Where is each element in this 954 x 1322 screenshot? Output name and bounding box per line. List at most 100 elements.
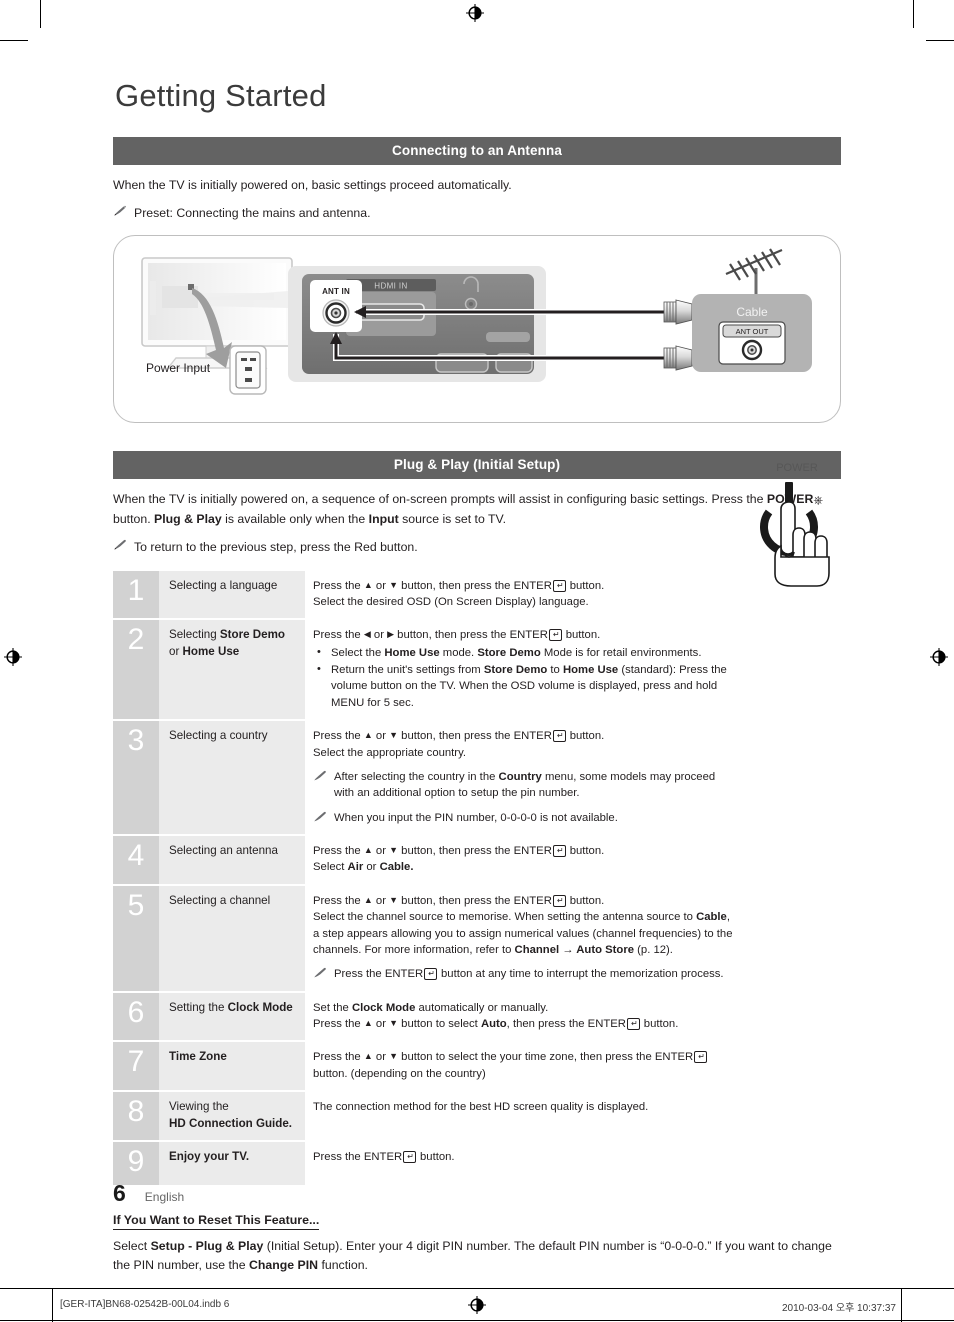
table-row: 8 Viewing the HD Connection Guide. The co… [113,1091,733,1142]
antenna-note-text: Preset: Connecting the mains and antenna… [134,206,371,221]
step-description: Press the ◀ or ▶ button, then press the … [305,620,733,719]
reset-feature-heading: If You Want to Reset This Feature... [113,1213,320,1231]
antenna-intro-text: When the TV is initially powered on, bas… [113,178,512,192]
section-header-plug-and-play: Plug & Play (Initial Setup) [113,451,841,480]
step-title: Selecting a channel [169,893,271,907]
step-number: 4 [127,839,145,873]
registration-mark-left [4,648,22,666]
step-title: Setting the Clock Mode [169,1000,293,1014]
table-row: 6 Setting the Clock Mode Set the Clock M… [113,991,733,1042]
pencil-note-icon [314,968,326,978]
antenna-note: Preset: Connecting the mains and antenna… [113,204,841,222]
registration-mark-bottom [468,1296,486,1314]
table-row: 3 Selecting a country Press the ▲ or ▼ b… [113,720,733,836]
print-production-footer: [GER-ITA]BN68-02542B-00L04.indb 6 2010-0… [0,1288,954,1322]
print-footer-timestamp: 2010-03-04 오후 10:37:37 [781,1303,896,1314]
registration-mark-right [930,648,948,666]
enter-key-icon: ↵ [626,1018,640,1031]
intro-text-2: button. [113,512,155,527]
crop-mark-top-left-h [0,40,28,41]
table-row: 5 Selecting a channel Press the ▲ or ▼ b… [113,884,733,992]
step-note: When you input the PIN number, 0-0-0-0 i… [313,810,733,826]
step-description: Press the ENTER ↵ button. [313,1151,455,1164]
enter-key-icon: ↵ [403,1151,416,1164]
registration-mark-top [466,4,484,22]
ant-in-port: ANT IN [310,280,362,333]
page-footer: 6 English [113,1182,184,1205]
plug-and-play-steps-table: 1 Selecting a language Press the ▲ or ▼ … [113,570,733,1188]
step-number: 9 [127,1145,145,1179]
print-footer-filename: [GER-ITA]BN68-02542B-00L04.indb 6 [60,1299,230,1310]
enter-key-icon: ↵ [552,730,566,743]
step-description: Press the ▲ or ▼ button, then press the … [305,721,733,834]
enter-key-icon: ↵ [694,1051,707,1064]
intro-text-3: is available only when the [221,512,369,527]
step-number: 7 [127,1045,145,1079]
svg-text:ANT IN: ANT IN [322,287,350,296]
step-description: Press the ▲ or ▼ button to select the yo… [305,1042,733,1090]
step-title: Time Zone [169,1050,227,1064]
table-row: 2 Selecting Store Demo or Home Use Press… [113,619,733,721]
step-note: Press the ENTER ↵ button at any time to i… [313,966,733,982]
table-row: 1 Selecting a language Press the ▲ or ▼ … [113,570,733,620]
pencil-note-icon [114,539,126,550]
step-description: Press the ▲ or ▼ button, then press the … [313,579,605,608]
step-number: 5 [127,888,145,922]
enter-key-icon: ↵ [548,629,562,642]
list-item: Return the unit's settings from Store De… [317,662,733,711]
pencil-note-icon [314,770,326,781]
crop-mark-top-right-v [913,0,914,28]
hand-icon [774,501,830,587]
step-description: Set the Clock Mode automatically or manu… [313,1001,679,1031]
step-title: Viewing the HD Connection Guide. [169,1100,293,1130]
intro-plug-play-word: Plug & Play [154,512,222,527]
vhf-uhf-antenna-icon [725,248,783,282]
step-number: 3 [127,724,145,758]
enter-key-icon: ↵ [424,968,437,981]
power-illustration-label: POWER [776,462,818,474]
plugplay-note-text: To return to the previous step, press th… [134,540,418,555]
step-title: Selecting a language [169,578,278,592]
vhf-uhf-antenna-label: VHF/UHF Antenna [722,236,805,237]
cable-box-label: Cable [736,305,768,319]
step-note: After selecting the country in the Count… [313,769,733,802]
step-number: 8 [127,1095,145,1129]
pencil-note-icon [114,205,126,216]
page-language: English [144,1190,185,1204]
table-row: 4 Selecting an antenna Press the ▲ or ▼ … [113,835,733,885]
step-description: The connection method for the best HD sc… [313,1101,649,1114]
plugplay-intro-text: When the TV is initially powered on, a s… [113,490,841,529]
enter-key-icon: ↵ [552,579,566,592]
step-number: 1 [127,573,145,607]
step-description: Press the ▲ or ▼ button, then press the … [305,886,733,991]
reset-feature-body: Select Setup - Plug & Play (Initial Setu… [113,1239,832,1273]
power-button-illustration: POWER [737,462,857,592]
step-title: Selecting a country [169,729,268,743]
list-item: Select the Home Use mode. Store Demo Mod… [317,645,733,661]
power-input-label: Power Input [146,361,211,375]
crop-mark-top-right-h [926,40,954,41]
section-header-antenna: Connecting to an Antenna [113,137,841,165]
page-number: 6 [113,1180,126,1206]
step-title: Selecting Store Demo or Home Use [169,628,285,658]
page-title: Getting Started [115,78,327,113]
table-row: 7 Time Zone Press the ▲ or ▼ button to s… [113,1041,733,1092]
step-title: Enjoy your TV. [169,1150,250,1164]
step-description: Press the ▲ or ▼ button, then press the … [313,845,605,874]
pencil-note-icon [314,811,326,822]
table-row: 9 Enjoy your TV. Press the ENTER ↵ button… [113,1141,733,1187]
antenna-connection-diagram: HDMI IN 2 ANT IN [113,235,841,424]
enter-key-icon: ↵ [552,894,566,907]
step-title: Selecting an antenna [169,844,278,858]
intro-input-word: Input [368,512,399,527]
ant-out-label: ANT OUT [736,327,769,336]
step-number: 2 [127,623,145,657]
step-number: 6 [127,995,145,1029]
enter-key-icon: ↵ [552,845,566,858]
page-content: Getting Started Connecting to an Antenna… [113,80,841,1275]
plugplay-note: To return to the previous step, press th… [113,538,841,556]
cable-box: Cable ANT OUT [692,294,812,373]
svg-text:HDMI IN: HDMI IN [374,282,407,291]
crop-mark-top-left-v [40,0,41,28]
intro-text-4: source is set to TV. [398,512,507,527]
